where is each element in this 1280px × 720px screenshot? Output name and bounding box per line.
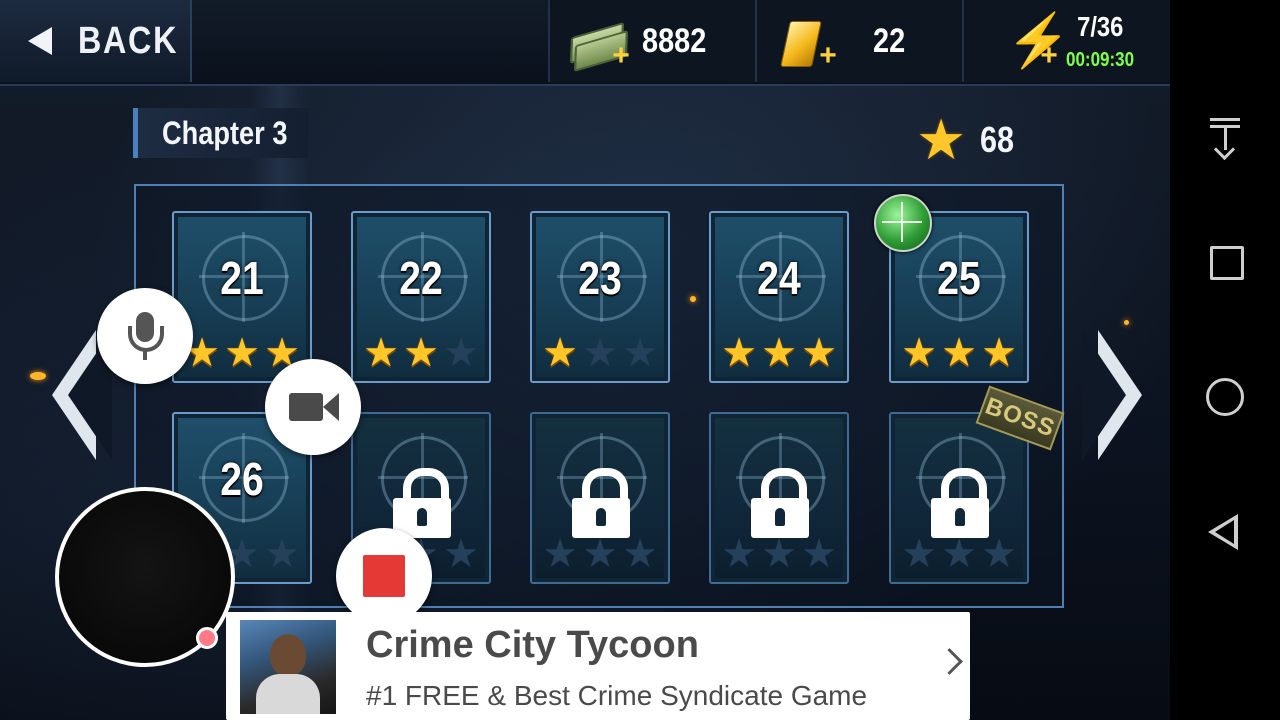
spark-effect (30, 372, 46, 380)
level-number: 26 (220, 453, 264, 505)
level-card[interactable]: 23 ★ ★ ★ (530, 211, 670, 383)
star-filled-icon: ★ (901, 331, 937, 375)
star-empty-icon: ★ (264, 532, 300, 576)
energy-counter[interactable]: ⚡ + 7/36 00:09:30 (962, 0, 1170, 82)
level-stars: ★★★ (361, 333, 481, 373)
crosshair-target-badge-icon (874, 194, 932, 252)
chapter-star-count: 68 (980, 119, 1015, 160)
star-icon: ★ (916, 108, 967, 171)
system-back-button[interactable] (1206, 512, 1246, 552)
notification-pull-icon (1210, 118, 1240, 121)
level-number: 24 (757, 252, 801, 304)
level-stars: ★★★ (719, 333, 839, 373)
recents-button[interactable] (1206, 242, 1246, 282)
notification-pull-icon-head (1213, 138, 1236, 161)
gold-value: 22 (873, 21, 906, 60)
star-filled-icon: ★ (721, 331, 757, 375)
next-chapter-arrow[interactable] (1082, 330, 1144, 460)
top-bar: BACK + 8882 + 22 ⚡ + 7/36 00:09:30 (0, 0, 1170, 86)
cash-value: 8882 (642, 21, 707, 60)
microphone-icon-arc (128, 326, 164, 352)
notification-shade-button[interactable] (1206, 118, 1246, 161)
star-empty-icon: ★ (443, 532, 479, 576)
lock-icon (931, 468, 989, 538)
level-stars: ★★★ (719, 534, 839, 574)
ad-banner[interactable]: Crime City Tycoon #1 FREE & Best Crime S… (226, 612, 970, 720)
facecam-resize-handle[interactable] (196, 627, 218, 649)
chevron-right-icon (936, 648, 963, 675)
system-navigation-bar (1170, 0, 1280, 720)
level-number: 25 (937, 252, 981, 304)
level-card[interactable]: 21 ★ ★ ★ (172, 211, 312, 383)
gold-counter[interactable]: + 22 (755, 0, 962, 82)
back-arrow-icon (28, 27, 52, 55)
level-card[interactable]: 22 ★ ★ ★ (351, 211, 491, 383)
chevron-right-icon-cutout (1082, 330, 1126, 460)
home-button[interactable] (1206, 376, 1246, 416)
ad-subtitle: #1 FREE & Best Crime Syndicate Game (366, 680, 868, 711)
cash-counter[interactable]: + 8882 (548, 0, 755, 82)
gold-bar-plus-icon: + (775, 11, 837, 71)
ad-title: Crime City Tycoon (366, 624, 699, 666)
level-number: 22 (399, 252, 443, 304)
star-empty-icon: ★ (761, 532, 797, 576)
lock-icon (393, 468, 451, 538)
recorder-camera-button[interactable] (265, 359, 361, 455)
recorder-mic-button[interactable] (97, 288, 193, 384)
star-filled-icon: ★ (761, 331, 797, 375)
video-camera-icon-lens (323, 393, 339, 421)
triangle-back-icon-inner (1215, 520, 1234, 544)
spark-effect (1124, 320, 1129, 325)
back-label: BACK (78, 19, 179, 62)
square-icon (1210, 246, 1244, 280)
lock-icon (751, 468, 809, 538)
stop-icon (363, 555, 405, 597)
energy-timer: 00:09:30 (1066, 48, 1135, 71)
level-stars: ★★★ (899, 333, 1019, 373)
star-empty-icon: ★ (582, 331, 618, 375)
star-empty-icon: ★ (941, 532, 977, 576)
circle-icon (1206, 378, 1244, 416)
level-card-locked[interactable]: ★★★ (889, 412, 1029, 584)
spark-effect (690, 296, 696, 302)
level-card-locked[interactable]: ★★★ (530, 412, 670, 584)
level-stars: ★★★ (540, 333, 660, 373)
cash-stack-plus-icon: + (568, 11, 630, 73)
back-button[interactable]: BACK (0, 0, 192, 82)
previous-chapter-arrow[interactable] (50, 330, 112, 460)
star-empty-icon: ★ (622, 331, 658, 375)
star-empty-icon: ★ (801, 532, 837, 576)
chapter-star-total: ★ 68 (916, 112, 1020, 168)
star-empty-icon: ★ (542, 532, 578, 576)
lightning-bolt-plus-icon: ⚡ + (1006, 12, 1071, 72)
star-filled-icon: ★ (542, 331, 578, 375)
level-number: 23 (578, 252, 622, 304)
ad-app-icon (240, 620, 336, 714)
star-filled-icon: ★ (403, 331, 439, 375)
star-empty-icon: ★ (622, 532, 658, 576)
star-empty-icon: ★ (443, 331, 479, 375)
star-filled-icon: ★ (941, 331, 977, 375)
chapter-title-tab: Chapter 3 (133, 108, 308, 158)
chapter-title: Chapter 3 (162, 114, 288, 151)
level-number: 21 (220, 252, 264, 304)
star-filled-icon: ★ (801, 331, 837, 375)
energy-value: 7/36 (1076, 10, 1124, 42)
lock-icon (572, 468, 630, 538)
star-empty-icon: ★ (981, 532, 1017, 576)
star-filled-icon: ★ (363, 331, 399, 375)
level-card-locked[interactable]: ★★★ (709, 412, 849, 584)
star-filled-icon: ★ (224, 331, 260, 375)
level-stars: ★★★ (540, 534, 660, 574)
star-empty-icon: ★ (721, 532, 757, 576)
level-stars: ★★★ (899, 534, 1019, 574)
recorder-stop-button[interactable] (336, 528, 432, 624)
microphone-icon-stem (143, 350, 147, 360)
level-card[interactable]: 24 ★ ★ ★ (709, 211, 849, 383)
star-filled-icon: ★ (981, 331, 1017, 375)
video-camera-icon (289, 393, 323, 421)
star-empty-icon: ★ (901, 532, 937, 576)
star-empty-icon: ★ (582, 532, 618, 576)
level-stars: ★★★ (182, 333, 302, 373)
